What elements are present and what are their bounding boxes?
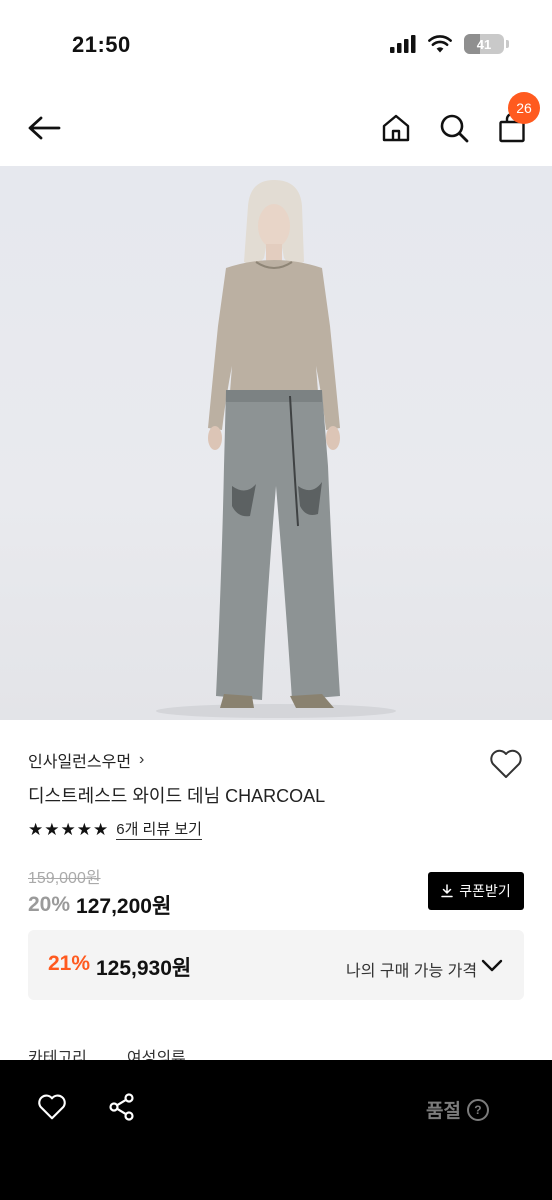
coupon-button-label: 쿠폰받기: [459, 883, 511, 899]
sold-out-status[interactable]: 품절 ?: [426, 1096, 489, 1123]
wifi-icon: [428, 35, 452, 53]
star-icon: ★: [93, 820, 109, 839]
chevron-right-icon: ›: [139, 751, 145, 768]
wishlist-button[interactable]: [486, 744, 526, 784]
sold-out-label: 품절: [426, 1101, 461, 1122]
heart-icon: [38, 1094, 66, 1120]
back-button[interactable]: [22, 108, 66, 148]
download-icon: [441, 884, 453, 898]
my-price-percent: 21%: [48, 952, 91, 975]
search-button[interactable]: [434, 108, 474, 148]
share-icon: [109, 1093, 134, 1121]
star-icon: ★: [60, 820, 76, 839]
brand-link[interactable]: 인사일런스우먼 ›: [28, 748, 524, 772]
home-button[interactable]: [376, 108, 416, 148]
share-button[interactable]: [104, 1090, 140, 1124]
my-price-amount: 125,930원: [96, 957, 192, 980]
home-icon: [382, 114, 410, 142]
search-icon: [440, 114, 469, 143]
sale-price: 127,200원: [76, 895, 172, 918]
signal-icon: [390, 35, 416, 53]
status-icons: 41: [390, 34, 509, 54]
cart-count-badge: 26: [508, 92, 540, 124]
bottom-wishlist-button[interactable]: [34, 1090, 70, 1124]
bottom-action-bar: 품절 ?: [0, 1060, 552, 1200]
star-icon: ★: [76, 820, 92, 839]
status-time: 21:50: [72, 32, 131, 57]
heart-icon: [490, 749, 522, 778]
coupon-button[interactable]: 쿠폰받기: [428, 872, 524, 910]
my-price-label: 나의 구매 가능 가격: [346, 963, 478, 980]
rating-row: ★ ★ ★ ★ ★ 6개 리뷰 보기: [28, 818, 524, 842]
status-bar: 21:50 41: [0, 0, 552, 90]
product-photo: [156, 180, 396, 718]
discount-percent: 20%: [28, 893, 71, 916]
product-title: 디스트레스드 와이드 데님 CHARCOAL: [28, 786, 326, 806]
product-image[interactable]: [0, 166, 552, 720]
battery-level: 41: [476, 36, 492, 52]
chevron-down-icon: [481, 959, 503, 972]
question-circle-icon: ?: [466, 1098, 489, 1121]
star-icon: ★: [28, 820, 44, 839]
back-arrow-icon: [28, 116, 61, 140]
star-rating: ★ ★ ★ ★ ★: [28, 820, 108, 840]
my-price-dropdown[interactable]: 21% 125,930원 나의 구매 가능 가격: [28, 930, 524, 1000]
top-nav: [0, 90, 552, 166]
battery-icon: 41: [464, 34, 509, 54]
star-icon: ★: [44, 820, 60, 839]
brand-name: 인사일런스우먼: [28, 754, 132, 771]
review-link[interactable]: 6개 리뷰 보기: [116, 821, 202, 840]
